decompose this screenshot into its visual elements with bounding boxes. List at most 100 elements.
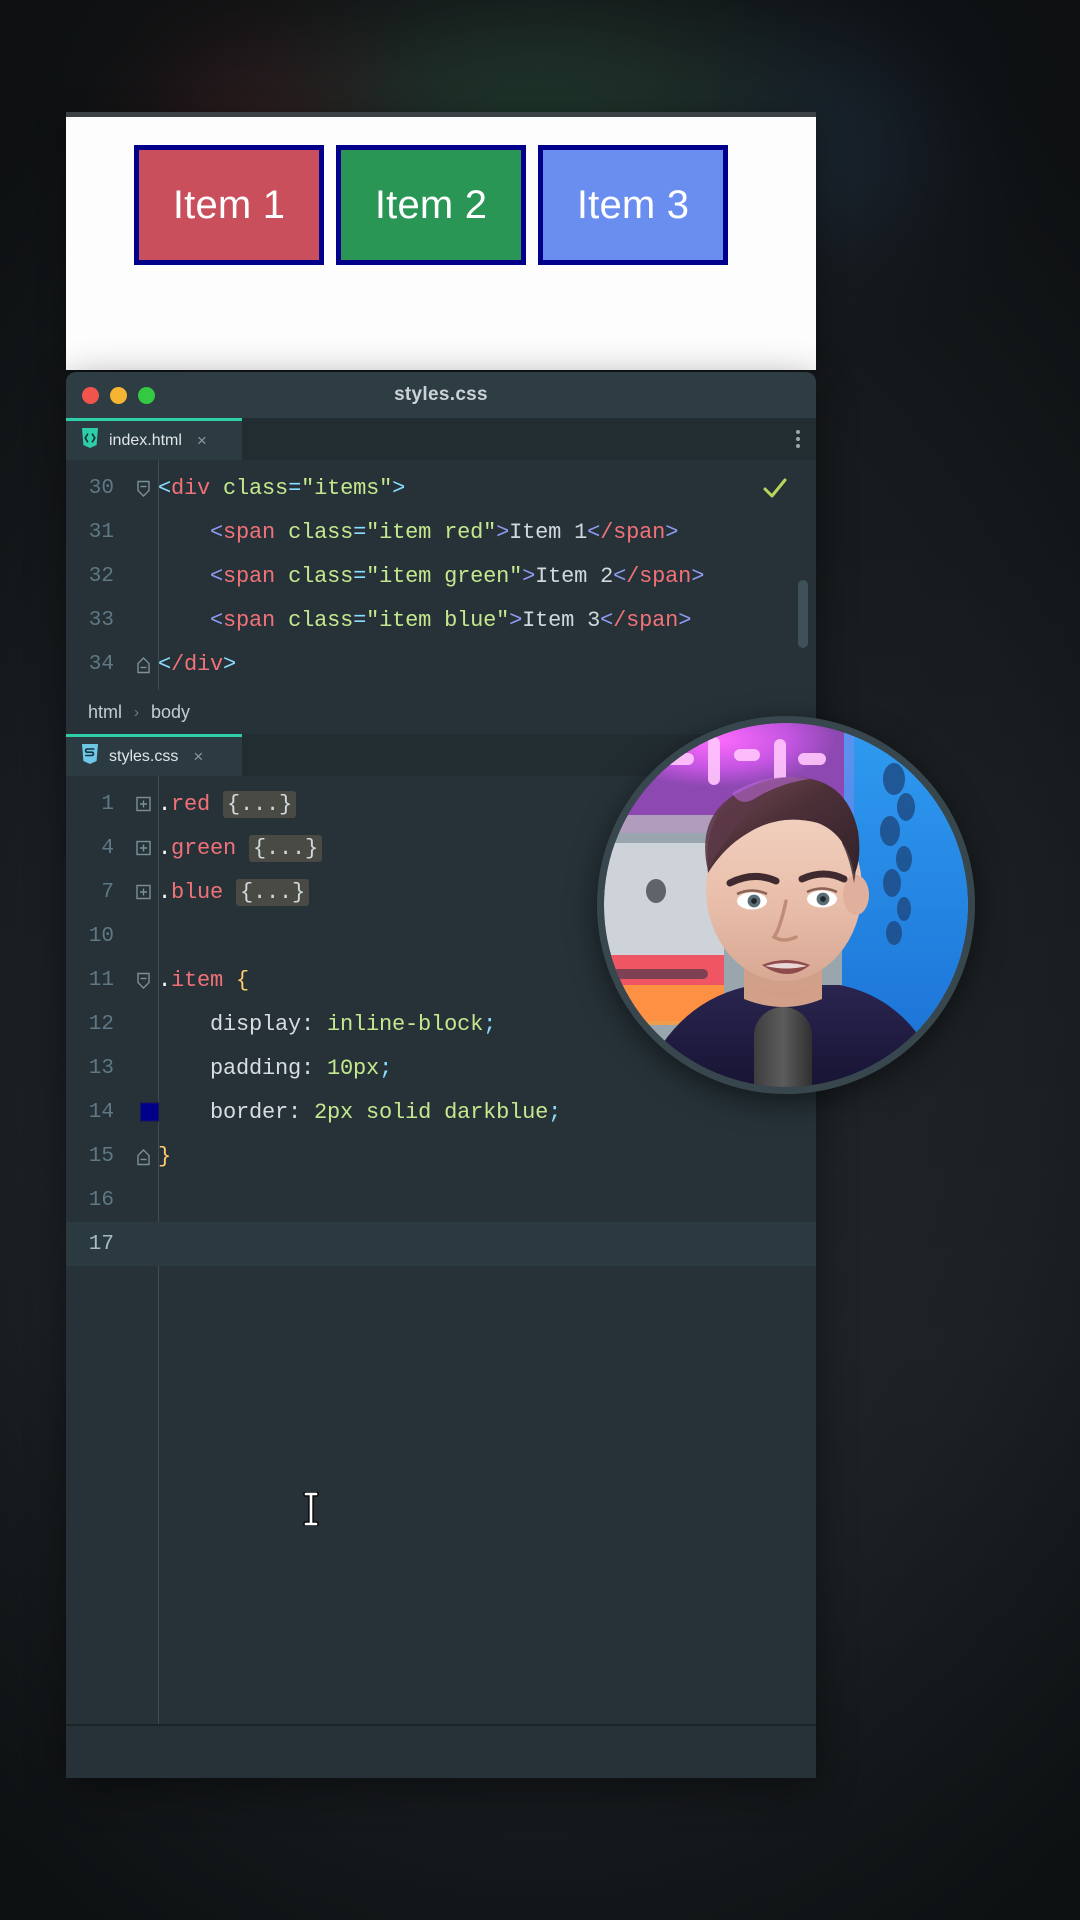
token: span	[223, 607, 276, 633]
html-code-pane[interactable]: 30 <div class="items"> 31 <span class="ite…	[66, 460, 816, 690]
line-number: 33	[88, 608, 114, 632]
token: =	[288, 475, 302, 501]
line-number: 30	[88, 476, 114, 500]
token: .	[158, 967, 172, 993]
line-content: .item {	[158, 968, 249, 993]
line-number: 34	[88, 652, 114, 676]
fold-open-icon[interactable]	[136, 972, 151, 989]
token: >	[691, 563, 705, 589]
breadcrumb-item-body[interactable]: body	[151, 702, 190, 723]
window-titlebar: styles.css	[66, 372, 816, 418]
code-line[interactable]: 31 <span class="item red">Item 1</span>	[66, 510, 816, 554]
fold-plus-icon[interactable]	[136, 796, 151, 812]
fold-plus-icon[interactable]	[136, 884, 151, 900]
token: Item 2	[535, 563, 614, 589]
token: .	[158, 835, 172, 861]
fold-plus-icon[interactable]	[136, 840, 151, 856]
token: class	[288, 607, 354, 633]
editor-bottom-edge	[66, 1724, 816, 1726]
token: =	[353, 519, 367, 545]
line-number: 14	[88, 1100, 114, 1124]
tab-index-html[interactable]: index.html ×	[66, 418, 242, 460]
code-line[interactable]: 33 <span class="item blue">Item 3</span>	[66, 598, 816, 642]
line-number: 7	[101, 880, 114, 904]
token: }	[158, 1143, 172, 1169]
breadcrumb: html › body	[66, 690, 816, 734]
code-line[interactable]: 14 border: 2px solid darkblue;	[66, 1090, 816, 1134]
breadcrumb-item-html[interactable]: html	[88, 702, 122, 723]
code-line[interactable]: 30 <div class="items">	[66, 466, 816, 510]
line-number: 16	[88, 1188, 114, 1212]
line-content: <span class="item green">Item 2</span>	[158, 564, 704, 589]
fold-close-icon[interactable]	[136, 657, 151, 674]
line-content: <span class="item red">Item 1</span>	[158, 520, 678, 545]
token: :	[301, 1055, 328, 1081]
token: inline-block	[327, 1011, 484, 1037]
token: <	[158, 475, 172, 501]
tab-label: index.html	[109, 431, 182, 449]
editor-empty-area[interactable]	[66, 1266, 816, 1726]
token: "items"	[301, 475, 393, 501]
token: {...}	[249, 834, 323, 862]
preview-item-red: Item 1	[134, 145, 324, 265]
preview-items-container: Item 1 Item 2 Item 3	[66, 117, 816, 265]
css3-shield-icon	[80, 743, 100, 770]
token: "item red"	[366, 519, 497, 545]
token: <	[587, 519, 601, 545]
line-number: 4	[101, 836, 114, 860]
token: >	[509, 607, 523, 633]
token: :	[301, 1011, 328, 1037]
html-pane-scrollbar[interactable]	[798, 580, 808, 648]
token: span	[223, 563, 276, 589]
token: item	[171, 967, 224, 993]
token: class	[288, 563, 354, 589]
token: >	[522, 563, 536, 589]
token: ;	[548, 1099, 562, 1125]
token: >	[496, 519, 510, 545]
screenshot-root: Item 1 Item 2 Item 3 styles.css index.ht…	[0, 0, 1080, 1920]
html-code-lines: 30 <div class="items"> 31 <span class="ite…	[66, 466, 816, 686]
token: display	[158, 1011, 302, 1037]
tab-label: styles.css	[109, 747, 179, 765]
close-icon[interactable]: ×	[193, 747, 203, 767]
token: 2px solid darkblue	[314, 1099, 549, 1125]
line-content: <div class="items">	[158, 476, 405, 501]
token: /span	[613, 607, 679, 633]
code-line[interactable]: 32 <span class="item green">Item 2</span…	[66, 554, 816, 598]
code-line[interactable]: 34 </div>	[66, 642, 816, 686]
token: Item 3	[522, 607, 601, 633]
more-options-icon[interactable]	[796, 430, 800, 448]
close-icon[interactable]: ×	[197, 431, 207, 451]
token: class	[223, 475, 289, 501]
token: ;	[379, 1055, 393, 1081]
line-number: 12	[88, 1012, 114, 1036]
token: <	[210, 607, 224, 633]
token: <	[210, 519, 224, 545]
token: "item blue"	[366, 607, 510, 633]
color-swatch[interactable]	[140, 1102, 159, 1122]
tab-styles-css[interactable]: styles.css ×	[66, 734, 242, 776]
code-line[interactable]: 15}	[66, 1134, 816, 1178]
token: <	[600, 607, 614, 633]
token: <	[613, 563, 627, 589]
fold-open-icon[interactable]	[136, 480, 151, 497]
code-line[interactable]: 17	[66, 1222, 816, 1266]
token: /span	[600, 519, 666, 545]
token: .	[158, 879, 172, 905]
token: class	[288, 519, 354, 545]
indent-guide	[158, 1266, 159, 1726]
line-content: display: inline-block;	[158, 1012, 496, 1037]
line-content: .red {...}	[158, 790, 297, 818]
code-line[interactable]: 16	[66, 1178, 816, 1222]
token: {...}	[223, 790, 297, 818]
preview-item-label: Item 2	[374, 182, 488, 227]
token: Item 1	[509, 519, 588, 545]
token: {...}	[236, 878, 310, 906]
fold-close-icon[interactable]	[136, 1149, 151, 1166]
